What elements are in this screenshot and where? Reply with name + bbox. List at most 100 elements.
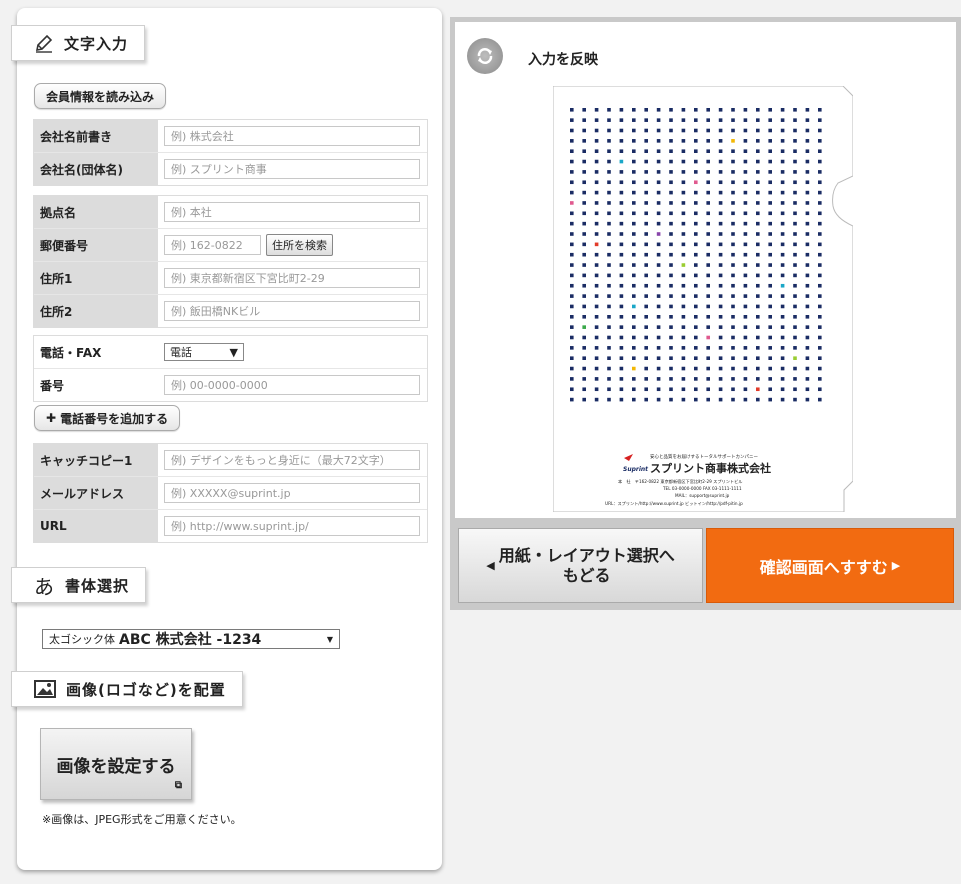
pattern-dot [570, 211, 574, 216]
pattern-dot [570, 273, 574, 278]
catchcopy-input[interactable] [164, 450, 420, 470]
form-row: 会社名(団体名) [34, 153, 427, 185]
pattern-dot [805, 356, 810, 360]
pattern-dot [570, 356, 574, 360]
pattern-dot [594, 139, 599, 143]
pattern-dot [780, 190, 785, 195]
pattern-dot [694, 273, 698, 278]
pattern-dot [570, 159, 574, 164]
pattern-dot [619, 242, 624, 247]
go-to-confirm-button[interactable]: 確認画面へすすむ ▶ [706, 528, 954, 603]
font-select[interactable]: 太ゴシック体 ABC 株式会社 -1234 ▼ [42, 629, 340, 649]
branch-input[interactable] [164, 202, 420, 222]
back-to-layout-button[interactable]: ◀ 用紙・レイアウト選択へ もどる [458, 528, 703, 603]
pattern-dot [706, 283, 710, 288]
pattern-dot [818, 325, 822, 329]
pattern-dot [793, 325, 797, 329]
doc-tagline: 安心と品質をお届けするトータルサポートカンパニー [650, 453, 758, 460]
email-input[interactable] [164, 483, 420, 503]
address2-input[interactable] [164, 301, 420, 321]
pattern-dot [818, 377, 822, 381]
pattern-dot [669, 366, 673, 371]
pattern-dot [619, 356, 624, 360]
load-member-info-button[interactable]: 会員情報を読み込み [34, 83, 167, 109]
pattern-dot [594, 128, 599, 133]
pattern-dot [768, 108, 772, 112]
refresh-button[interactable] [467, 38, 503, 74]
form-row: 住所1 [34, 262, 427, 295]
pattern-dot [756, 211, 760, 216]
pattern-dot [632, 335, 636, 340]
pattern-dot [805, 159, 810, 164]
form-row: メールアドレス [34, 477, 427, 510]
pattern-dot [706, 180, 710, 185]
pattern-dot [780, 397, 785, 402]
pattern-dot [743, 273, 748, 278]
pattern-dot [607, 325, 611, 329]
pattern-dot [818, 335, 822, 340]
pattern-dot [731, 232, 735, 236]
pattern-dot [619, 387, 624, 392]
pattern-dot [743, 108, 748, 112]
pattern-dot [582, 139, 586, 143]
pattern-dot [594, 159, 599, 164]
pattern-dot [706, 139, 710, 143]
pattern-dot [694, 170, 698, 174]
address1-input[interactable] [164, 268, 420, 288]
field-label: 郵便番号 [34, 229, 158, 261]
pattern-dot [570, 315, 574, 319]
pattern-dot [805, 283, 810, 288]
pattern-dot [644, 273, 648, 278]
pattern-dot [644, 294, 648, 298]
pattern-dot [644, 128, 648, 133]
pattern-dot [718, 263, 723, 267]
field-label: 会社名前書き [34, 120, 158, 152]
pattern-dot [743, 190, 748, 195]
pattern-dot [706, 335, 710, 340]
pattern-dot [582, 159, 586, 164]
pattern-dot [805, 304, 810, 309]
postal-code-input[interactable] [164, 235, 261, 255]
pattern-dot [718, 315, 723, 319]
pattern-dot [594, 221, 599, 226]
phone-number-input[interactable] [164, 375, 420, 395]
pattern-dot [731, 252, 735, 257]
pattern-dot [805, 108, 810, 112]
pattern-dot [818, 190, 822, 195]
pattern-dot [780, 170, 785, 174]
back-label-line1: 用紙・レイアウト選択へ [498, 545, 675, 565]
section-title: 文字入力 [64, 34, 129, 53]
right-arrow-icon: ▶ [891, 559, 901, 572]
pattern-dot [743, 221, 748, 226]
pattern-dot [570, 397, 574, 402]
pattern-dot [706, 159, 710, 164]
pattern-dot [607, 118, 611, 122]
pattern-dot [756, 315, 760, 319]
pattern-dot [718, 201, 723, 205]
address-search-button[interactable]: 住所を検索 [266, 234, 333, 256]
company-name-input[interactable] [164, 159, 420, 179]
pattern-dot [594, 335, 599, 340]
pattern-dot [768, 242, 772, 247]
company-prefix-input[interactable] [164, 126, 420, 146]
phone-type-select[interactable]: 電話 ▼ [164, 343, 244, 361]
pattern-dot [632, 356, 636, 360]
pattern-dot [669, 190, 673, 195]
pattern-dot [619, 159, 624, 164]
url-input[interactable] [164, 516, 420, 536]
pattern-dot [743, 149, 748, 153]
pattern-dot [694, 180, 698, 185]
pattern-dot [681, 252, 686, 257]
add-phone-button[interactable]: ✚ 電話番号を追加する [34, 405, 181, 431]
pattern-dot [607, 377, 611, 381]
set-image-button[interactable]: 画像を設定する ⧉ [40, 728, 192, 800]
dropdown-arrow-icon: ▼ [326, 634, 333, 644]
pattern-dot [805, 346, 810, 350]
pattern-dot [644, 201, 648, 205]
pattern-dot [607, 366, 611, 371]
pattern-dot [706, 304, 710, 309]
pattern-dot [669, 221, 673, 226]
pattern-dot [743, 377, 748, 381]
pattern-dot [731, 304, 735, 309]
pattern-dot [743, 159, 748, 164]
